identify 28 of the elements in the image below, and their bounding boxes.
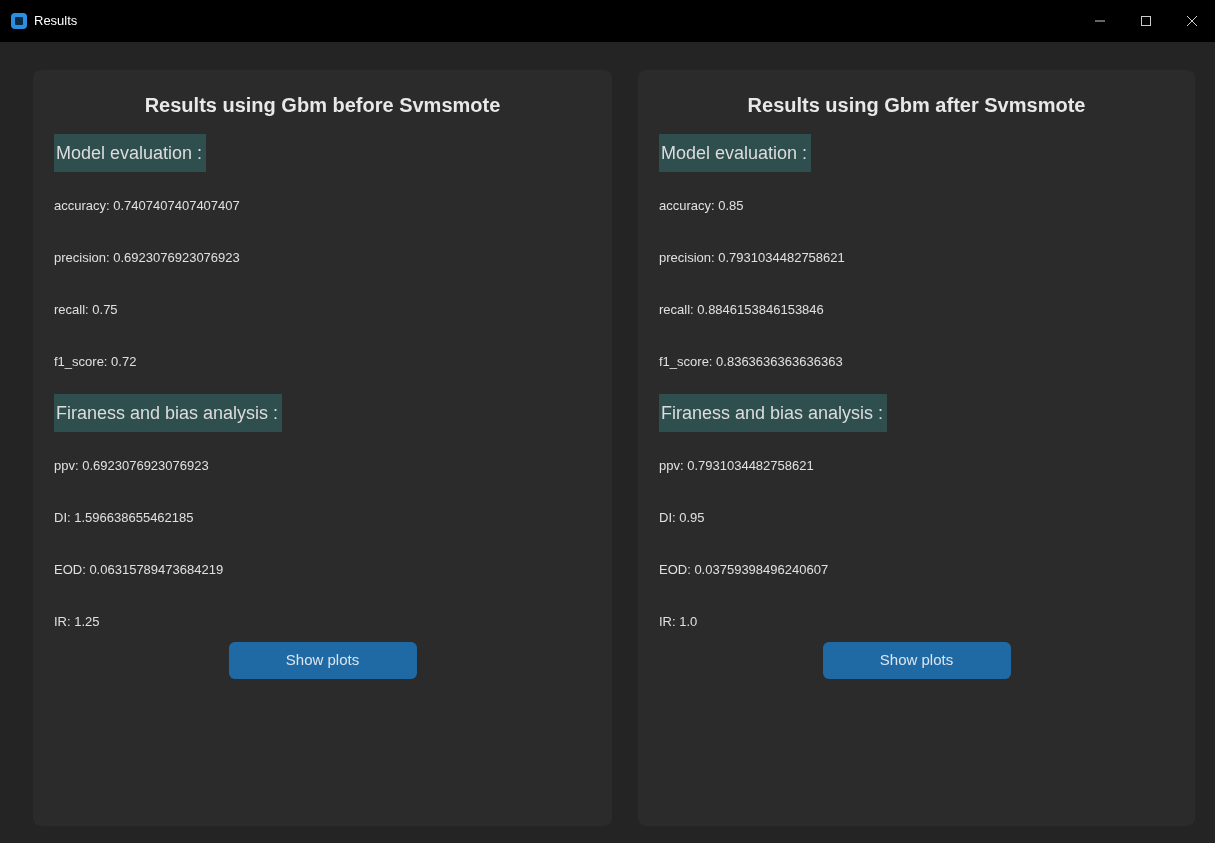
section-title: Firaness and bias analysis : — [54, 394, 283, 432]
section-title: Model evaluation : — [659, 134, 812, 172]
metric-text: ppv: 0.6923076923076923 — [54, 457, 209, 476]
window-title: Results — [34, 12, 78, 31]
metric-text: f1_score: 0.8363636363636363 — [659, 353, 843, 372]
close-icon — [1186, 15, 1198, 27]
show-plots-button[interactable]: Show plots — [822, 642, 1011, 679]
metric-text: f1_score: 0.72 — [54, 353, 137, 372]
metric-text: accuracy: 0.85 — [659, 197, 744, 216]
panel-heading: Results using Gbm after Svmsmote — [746, 93, 1087, 118]
metric-text: precision: 0.6923076923076923 — [54, 249, 240, 268]
metric-text: EOD: 0.03759398496240607 — [659, 561, 829, 580]
metric-text: ppv: 0.7931034482758621 — [659, 457, 814, 476]
show-plots-button[interactable]: Show plots — [228, 642, 417, 679]
panel-heading: Results using Gbm before Svmsmote — [143, 93, 502, 118]
metric-text: recall: 0.75 — [54, 301, 118, 320]
app-icon — [10, 12, 28, 30]
metric-text: EOD: 0.06315789473684219 — [54, 561, 224, 580]
metric-text: accuracy: 0.7407407407407407 — [54, 197, 240, 216]
metric-text: precision: 0.7931034482758621 — [659, 249, 845, 268]
metric-text: recall: 0.8846153846153846 — [659, 301, 824, 320]
metric-text: DI: 1.596638655462185 — [54, 509, 194, 528]
metric-text: IR: 1.0 — [659, 613, 698, 632]
metric-text: IR: 1.25 — [54, 613, 100, 632]
section-title: Firaness and bias analysis : — [659, 394, 888, 432]
section-title: Model evaluation : — [54, 134, 207, 172]
metric-text: DI: 0.95 — [659, 509, 705, 528]
maximize-icon — [1140, 15, 1152, 27]
